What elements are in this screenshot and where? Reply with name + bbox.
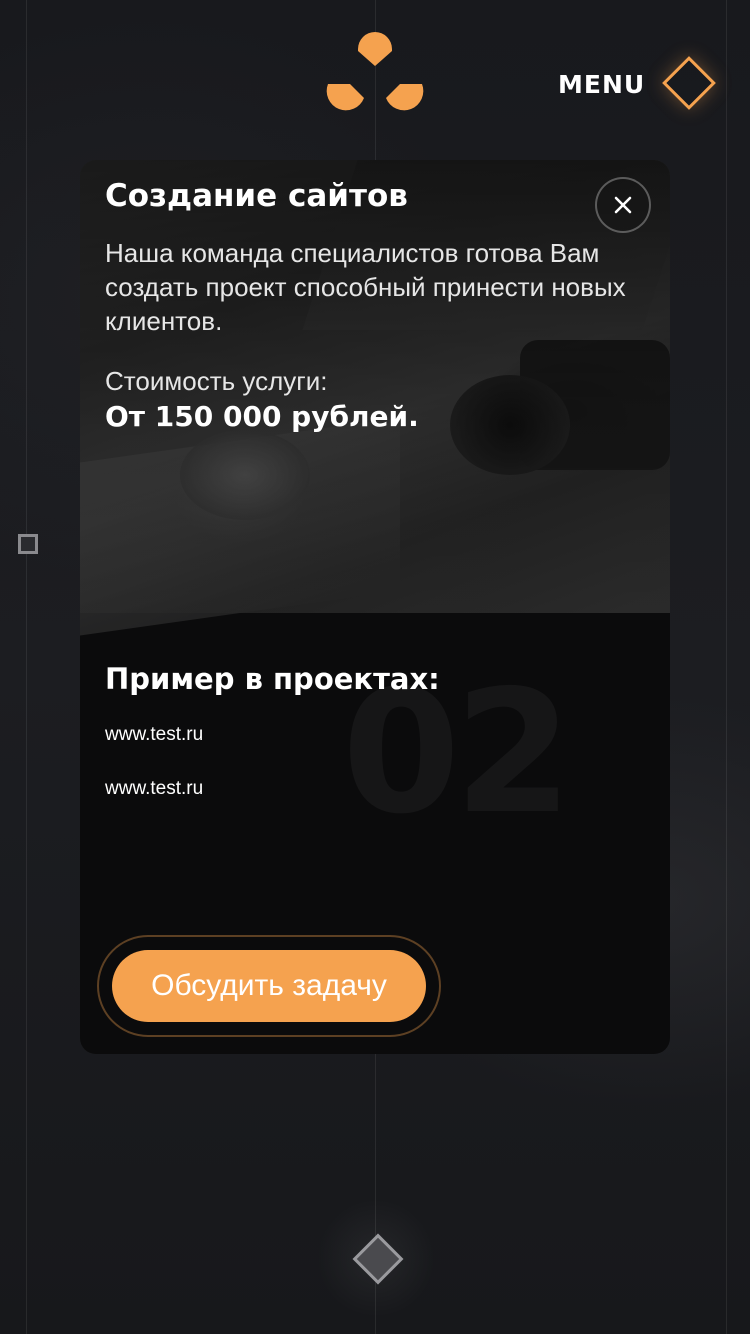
slide-indicator[interactable] bbox=[18, 534, 38, 554]
discuss-task-button[interactable]: Обсудить задачу bbox=[112, 950, 426, 1022]
example-link[interactable]: www.test.ru bbox=[105, 724, 203, 746]
page: MENU Создание сайтов Наша команда специа… bbox=[0, 0, 750, 1334]
example-link[interactable]: www.test.ru bbox=[105, 778, 203, 800]
close-icon bbox=[614, 196, 632, 214]
grid-line-left bbox=[26, 0, 27, 1334]
menu-label: MENU bbox=[558, 69, 646, 99]
price-value: От 150 000 рублей. bbox=[105, 400, 419, 433]
card-description: Наша команда специалистов готова Вам соз… bbox=[105, 238, 626, 336]
card-title: Создание сайтов bbox=[105, 178, 408, 214]
diamond-icon bbox=[662, 56, 716, 110]
price-label: Стоимость услуги: bbox=[105, 366, 328, 396]
examples-title: Пример в проектах: bbox=[105, 662, 440, 696]
grid-line-right bbox=[726, 0, 727, 1334]
menu-button[interactable]: MENU bbox=[558, 56, 718, 112]
close-button[interactable] bbox=[595, 177, 651, 233]
service-card: Создание сайтов Наша команда специалисто… bbox=[80, 160, 670, 1054]
logo-icon[interactable] bbox=[326, 30, 424, 116]
